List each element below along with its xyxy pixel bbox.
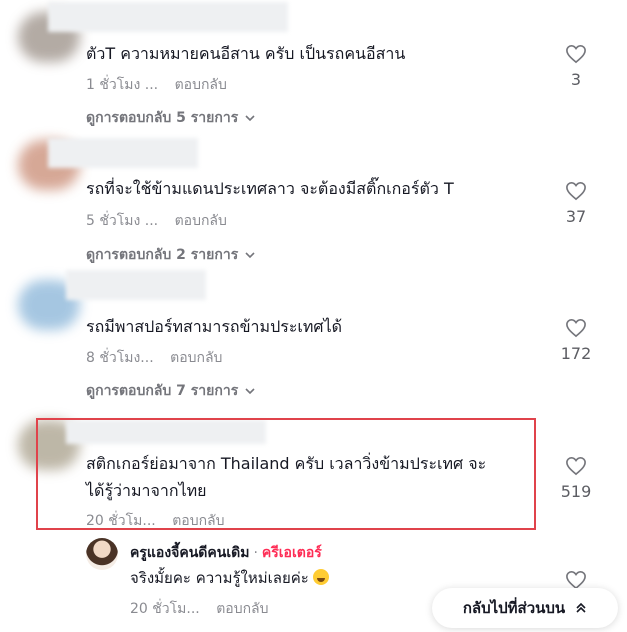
- heart-icon: [566, 456, 586, 476]
- like-button[interactable]: 519: [556, 456, 596, 501]
- like-button[interactable]: 37: [556, 181, 596, 226]
- heart-icon: [566, 181, 586, 201]
- view-replies-button[interactable]: ดูการตอบกลับ 2 รายการ: [86, 244, 256, 266]
- like-count: 37: [565, 207, 587, 226]
- chevron-down-icon: [245, 252, 255, 259]
- comment-text: รถที่จะใช้ข้ามแดนประเทศลาว จะต้องมีสติ๊ก…: [86, 179, 454, 198]
- username-redacted: [66, 270, 206, 300]
- comment-time: 1 ชั่วโมง ...: [86, 77, 159, 93]
- comment-time: 5 ชั่วโมง ...: [86, 213, 159, 229]
- double-chevron-up-icon: [576, 602, 586, 613]
- like-button[interactable]: 172: [556, 318, 596, 363]
- reply-button[interactable]: ตอบกลับ: [216, 601, 268, 617]
- comment-text: ตัวT ความหมายคนอีสาน ครับ เป็นรถคนอีสาน: [86, 44, 406, 63]
- comment-time: 8 ชั่วโมง...: [86, 350, 154, 366]
- like-count: 3: [570, 70, 582, 89]
- reply-time: 20 ชั่วโม...: [130, 601, 200, 617]
- comment-meta: 5 ชั่วโมง ... ตอบกลับ: [86, 210, 227, 232]
- comment-meta: 1 ชั่วโมง ... ตอบกลับ: [86, 74, 227, 96]
- highlight-box: [36, 418, 536, 530]
- reply-button[interactable]: ตอบกลับ: [175, 77, 227, 93]
- username-redacted: [48, 2, 288, 32]
- reply-button[interactable]: ตอบกลับ: [175, 213, 227, 229]
- username-redacted: [48, 138, 198, 168]
- view-replies-button[interactable]: ดูการตอบกลับ 5 รายการ: [86, 107, 256, 129]
- reply-text: จริงมั้ยคะ ความรู้ใหม่เลยค่ะ: [130, 566, 329, 590]
- reply-author-line: ครูแองจี้คนดีคนเดิม · ครีเอเตอร์: [130, 542, 322, 564]
- like-count: 519: [560, 482, 592, 501]
- reply-author[interactable]: ครูแองจี้คนดีคนเดิม: [130, 545, 249, 561]
- view-replies-button[interactable]: ดูการตอบกลับ 7 รายการ: [86, 380, 256, 402]
- like-button[interactable]: [556, 570, 596, 590]
- heart-icon: [566, 44, 586, 64]
- chevron-down-icon: [245, 388, 255, 395]
- back-to-top-button[interactable]: กลับไปที่ส่วนบน: [432, 588, 618, 628]
- heart-icon: [566, 318, 586, 338]
- like-button[interactable]: 3: [556, 44, 596, 89]
- grinning-sweat-emoji-icon: [312, 569, 329, 585]
- back-to-top-label: กลับไปที่ส่วนบน: [462, 599, 566, 617]
- reply-meta: 20 ชั่วโม... ตอบกลับ: [130, 598, 269, 620]
- heart-icon: [566, 570, 586, 590]
- comment-text: รถมีพาสปอร์ทสามารถข้ามประเทศได้: [86, 317, 343, 336]
- separator-dot: ·: [253, 545, 258, 561]
- chevron-down-icon: [245, 115, 255, 122]
- comment-meta: 8 ชั่วโมง... ตอบกลับ: [86, 347, 222, 369]
- reply-button[interactable]: ตอบกลับ: [170, 350, 222, 366]
- creator-badge: ครีเอเตอร์: [261, 545, 322, 561]
- like-count: 172: [560, 344, 592, 363]
- avatar[interactable]: [86, 538, 118, 570]
